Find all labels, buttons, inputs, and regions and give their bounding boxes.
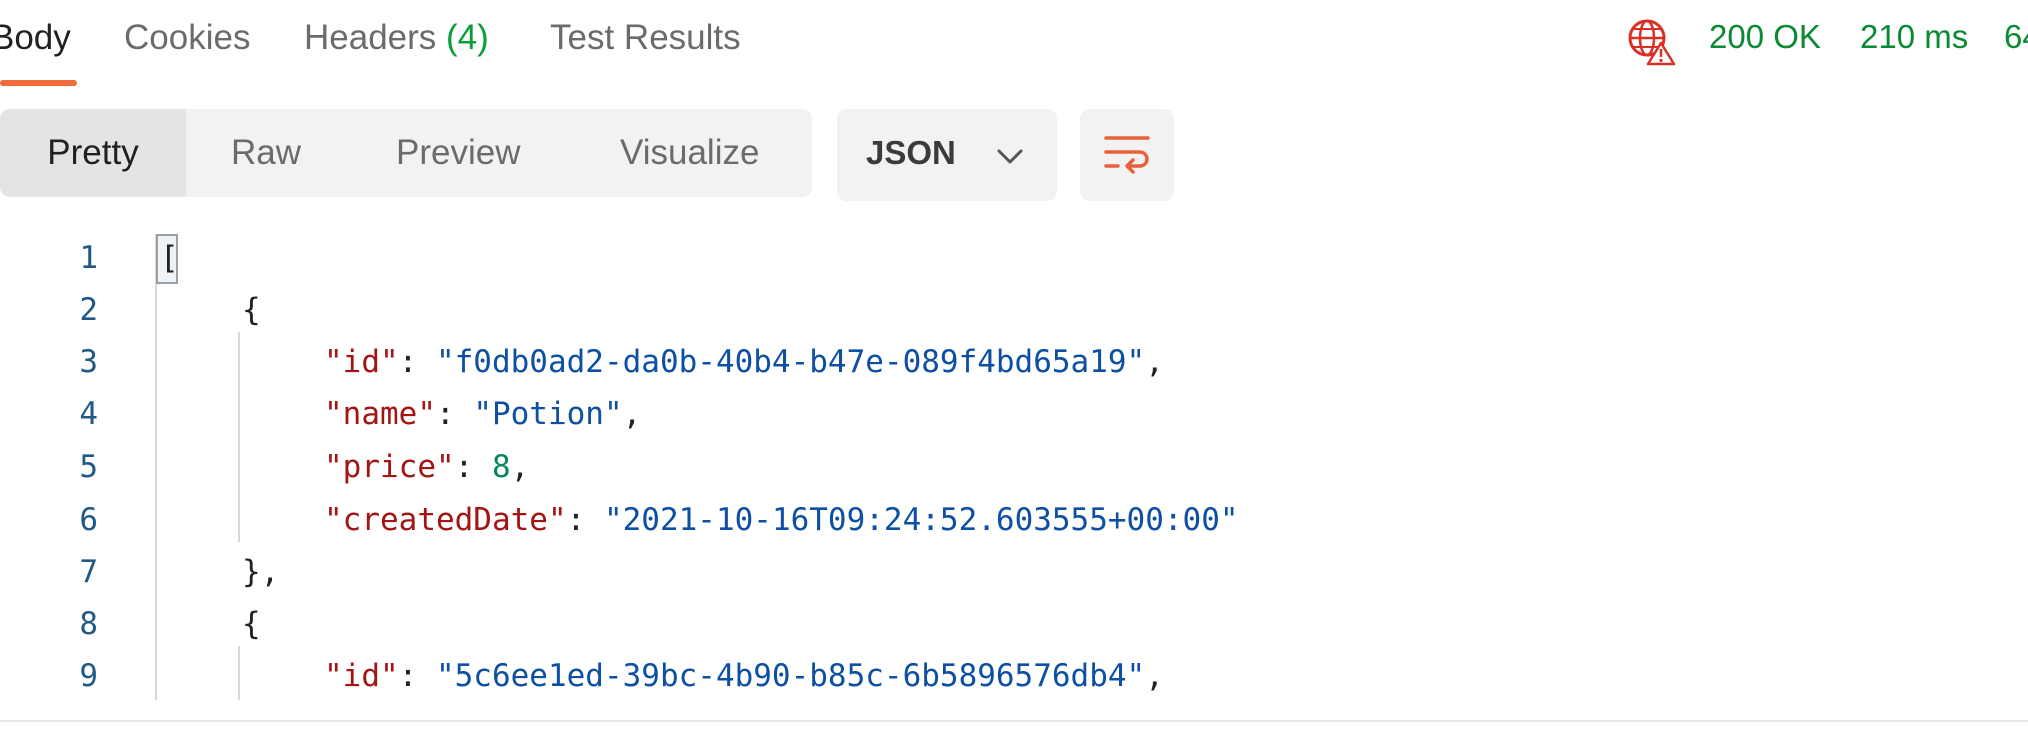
- code-line: {: [242, 606, 261, 642]
- format-selected: JSON: [866, 134, 956, 171]
- active-tab-indicator: [0, 80, 77, 86]
- view-mode-visualize[interactable]: Visualize: [620, 109, 759, 197]
- json-number: 8: [491, 449, 511, 485]
- json-key: "price": [324, 449, 455, 485]
- json-punctuation: ,: [622, 396, 642, 432]
- json-key: "id": [324, 658, 399, 694]
- view-mode-selector: Pretty Raw Preview Visualize: [0, 109, 812, 197]
- divider: [0, 720, 2028, 722]
- code-line: "price": 8,: [324, 449, 529, 485]
- json-string: "2021-10-16T09:24:52.603555+00:00": [603, 502, 1239, 538]
- tab-headers[interactable]: Headers (4): [304, 18, 489, 58]
- tab-cookies[interactable]: Cookies: [124, 18, 250, 58]
- line-number: 1: [79, 240, 98, 276]
- indent-guide: [238, 646, 240, 700]
- line-number: 2: [79, 292, 98, 328]
- code-line: "createdDate": "2021-10-16T09:24:52.6035…: [324, 502, 1239, 538]
- json-key: "id": [324, 344, 399, 380]
- line-number: 6: [79, 502, 98, 538]
- json-punctuation: [: [160, 240, 179, 276]
- code-line: {: [242, 292, 261, 328]
- view-mode-raw[interactable]: Raw: [231, 109, 301, 197]
- line-number: 5: [79, 449, 98, 485]
- line-number: 4: [79, 396, 98, 432]
- json-punctuation: :: [435, 396, 474, 432]
- indent-guide: [155, 234, 157, 700]
- json-punctuation: :: [566, 502, 604, 538]
- json-string: "f0db0ad2-da0b-40b4-b47e-089f4bd65a19": [435, 344, 1146, 380]
- line-number: 3: [79, 344, 98, 380]
- code-line: [: [160, 240, 179, 276]
- status-code[interactable]: 200 OK: [1709, 18, 1821, 56]
- indent-guide: [238, 332, 240, 542]
- response-tabs: Body Cookies Headers (4) Test Results: [0, 0, 1600, 86]
- json-punctuation: ,: [1145, 658, 1164, 694]
- json-string: "5c6ee1ed-39bc-4b90-b85c-6b5896576db4": [435, 658, 1146, 694]
- json-punctuation: {: [242, 606, 261, 642]
- wrap-lines-button[interactable]: [1080, 109, 1174, 201]
- line-number: 7: [79, 554, 98, 590]
- view-mode-preview[interactable]: Preview: [396, 109, 520, 197]
- tab-test-results[interactable]: Test Results: [550, 18, 741, 58]
- json-key: "createdDate": [324, 502, 567, 538]
- code-line: "id": "5c6ee1ed-39bc-4b90-b85c-6b5896576…: [324, 658, 1164, 694]
- response-time[interactable]: 210 ms: [1860, 18, 1968, 56]
- code-line: "name": "Potion",: [324, 396, 641, 432]
- json-key: "name": [324, 396, 436, 432]
- json-punctuation: :: [398, 658, 436, 694]
- json-punctuation: {: [242, 292, 261, 328]
- response-size[interactable]: 64: [2004, 18, 2028, 56]
- code-line: },: [242, 554, 279, 590]
- json-punctuation: },: [242, 554, 280, 590]
- json-punctuation: ,: [510, 449, 530, 485]
- json-punctuation: ,: [1145, 344, 1164, 380]
- line-number: 9: [79, 658, 98, 694]
- view-mode-pretty[interactable]: Pretty: [0, 109, 186, 197]
- code-line: "id": "f0db0ad2-da0b-40b4-b47e-089f4bd65…: [324, 344, 1164, 380]
- json-punctuation: :: [454, 449, 492, 485]
- tab-body[interactable]: Body: [0, 18, 71, 58]
- chevron-down-icon: [995, 141, 1025, 171]
- line-number: 8: [79, 606, 98, 642]
- wrap-lines-icon: [1104, 136, 1150, 174]
- json-punctuation: :: [398, 344, 436, 380]
- format-dropdown[interactable]: JSON: [837, 109, 1057, 201]
- tab-headers-label: Headers: [304, 18, 437, 57]
- tab-headers-count: (4): [446, 18, 489, 57]
- globe-warning-icon[interactable]: [1626, 16, 1676, 66]
- json-string: "Potion": [473, 396, 623, 432]
